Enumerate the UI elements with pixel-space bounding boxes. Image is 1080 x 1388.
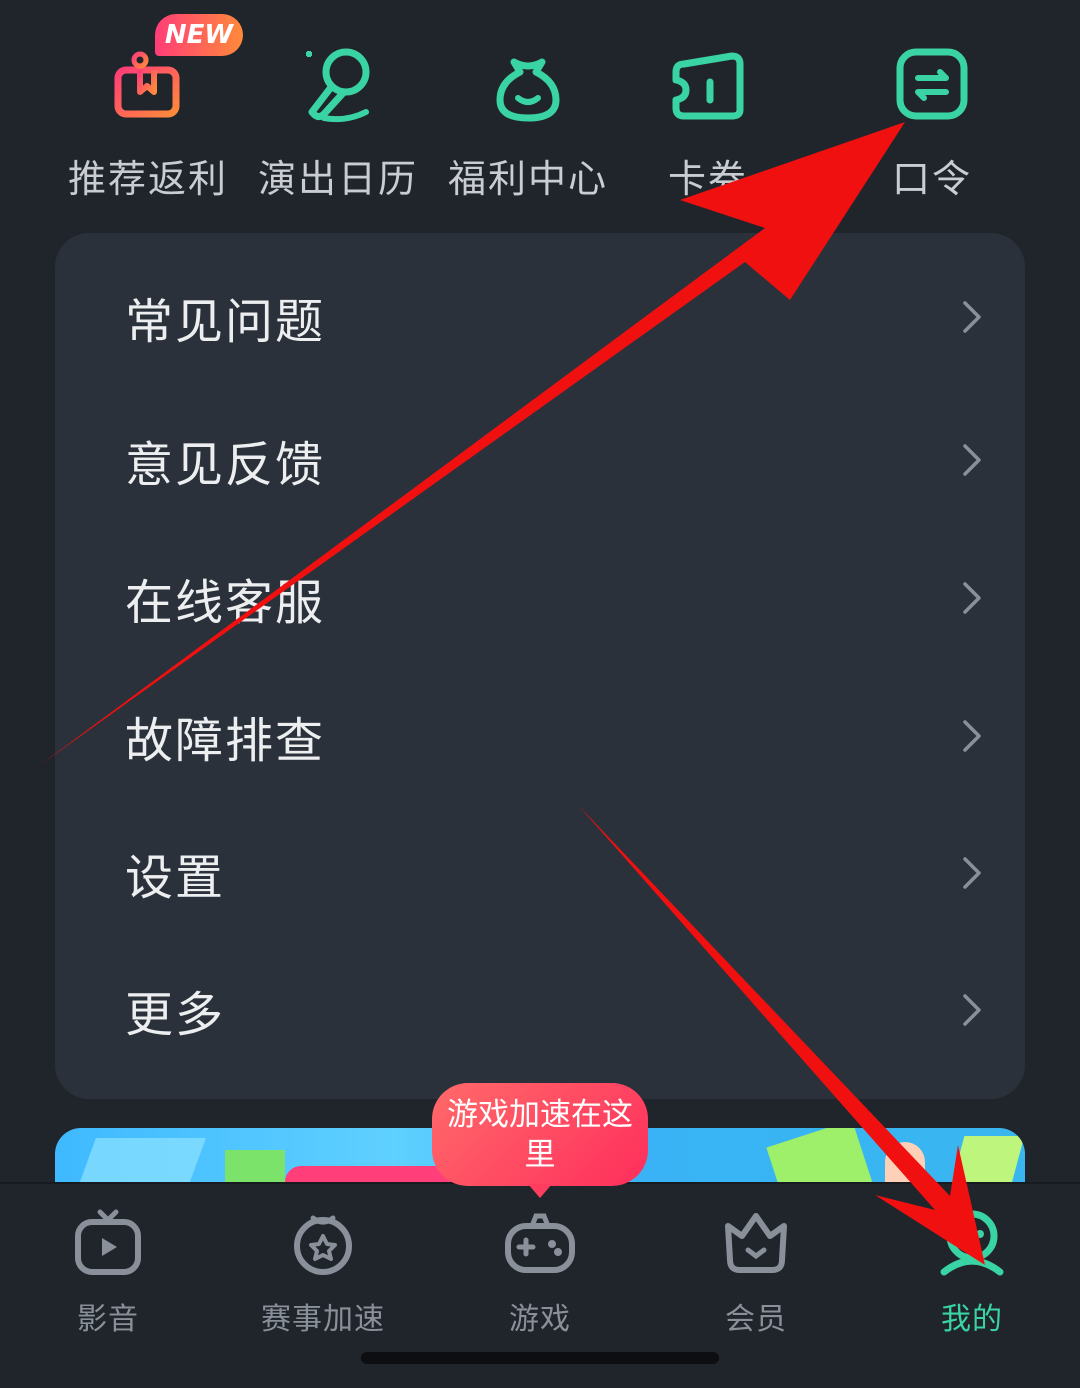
tab-label: 会员 xyxy=(725,1302,787,1337)
banner-decoration xyxy=(74,1138,206,1186)
banner-decoration xyxy=(945,1136,1025,1186)
video-icon xyxy=(75,1209,141,1275)
menu-item-more[interactable]: 更多 xyxy=(55,950,1025,1070)
menu-item-label: 在线客服 xyxy=(125,575,326,631)
chevron-right-icon xyxy=(963,720,981,752)
menu-item-label: 意见反馈 xyxy=(125,437,326,493)
shortcut-label: 福利中心 xyxy=(447,157,608,201)
event-boost-icon xyxy=(294,1215,352,1275)
menu-item-label: 常见问题 xyxy=(125,294,326,350)
command-icon xyxy=(896,48,968,120)
tab-label: 我的 xyxy=(941,1302,1003,1337)
menu-item-online-service[interactable]: 在线客服 xyxy=(55,538,1025,658)
ticket-icon xyxy=(672,52,744,120)
tab-profile[interactable]: 我的 xyxy=(882,1202,1062,1352)
chevron-right-icon xyxy=(963,301,981,333)
gamepad-icon xyxy=(505,1213,575,1273)
banner-decoration xyxy=(766,1128,874,1186)
help-menu-card: 常见问题 意见反馈 在线客服 故障排查 设置 更多 xyxy=(55,233,1025,1099)
home-indicator xyxy=(361,1352,719,1364)
game-boost-tooltip[interactable]: 游戏加速在这里 xyxy=(432,1083,648,1186)
tab-label: 游戏 xyxy=(509,1302,571,1337)
shortcut-coupons[interactable]: 卡券 xyxy=(628,30,788,210)
shortcut-bar: 推荐返利 NEW 演出日历 福利中心 卡券 口令 xyxy=(0,0,1080,230)
banner-decoration xyxy=(885,1142,925,1186)
tab-event-boost[interactable]: 赛事加速 xyxy=(233,1202,413,1352)
tab-media[interactable]: 影音 xyxy=(18,1202,198,1352)
shortcut-label: 演出日历 xyxy=(257,157,418,201)
new-badge: NEW xyxy=(155,14,243,56)
menu-item-label: 故障排查 xyxy=(125,713,326,769)
tab-label: 赛事加速 xyxy=(261,1302,385,1337)
microphone-icon xyxy=(306,48,370,123)
chevron-right-icon xyxy=(963,444,981,476)
crown-icon xyxy=(725,1213,787,1273)
shortcut-label: 卡券 xyxy=(667,157,748,201)
lucky-bag-icon xyxy=(496,58,560,122)
banner-decoration xyxy=(225,1150,285,1186)
menu-item-feedback[interactable]: 意见反馈 xyxy=(55,400,1025,520)
menu-item-faq[interactable]: 常见问题 xyxy=(55,257,1025,377)
menu-item-label: 更多 xyxy=(125,987,226,1043)
menu-item-label: 设置 xyxy=(125,850,226,906)
tab-label: 影音 xyxy=(77,1302,139,1337)
chevron-right-icon xyxy=(963,582,981,614)
tab-membership[interactable]: 会员 xyxy=(666,1202,846,1352)
chevron-right-icon xyxy=(963,994,981,1026)
chevron-right-icon xyxy=(963,857,981,889)
menu-item-settings[interactable]: 设置 xyxy=(55,813,1025,933)
menu-item-troubleshoot[interactable]: 故障排查 xyxy=(55,676,1025,796)
profile-icon xyxy=(940,1210,1004,1276)
tooltip-tail xyxy=(528,1184,552,1198)
shortcut-referral-rebate[interactable]: 推荐返利 xyxy=(48,30,248,210)
shortcut-command[interactable]: 口令 xyxy=(832,30,1032,210)
shortcut-show-calendar[interactable]: 演出日历 xyxy=(238,30,438,210)
shortcut-label: 推荐返利 xyxy=(67,157,228,201)
tab-games[interactable]: 游戏 xyxy=(450,1202,630,1352)
shortcut-label: 口令 xyxy=(891,157,972,201)
shortcut-welfare-center[interactable]: 福利中心 xyxy=(428,30,628,210)
